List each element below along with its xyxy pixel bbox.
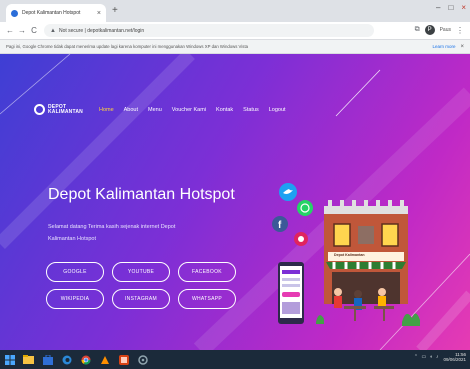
tray-icons[interactable]: ⌃ ▭ ◖ ♪: [414, 354, 440, 360]
tab-depot-kalimantan[interactable]: Depot Kalimantan Hotspot ×: [6, 4, 106, 22]
back-button[interactable]: ←: [4, 26, 16, 36]
edge-icon[interactable]: [57, 350, 76, 369]
reload-button[interactable]: C: [28, 26, 40, 36]
favicon-icon: [11, 9, 18, 17]
toolbar-right: ⧉ P Paus ⋮: [415, 25, 464, 35]
info-bar-text: Pagi ini, Google Chrome tidak dapat mene…: [6, 44, 249, 49]
photos-icon[interactable]: [114, 350, 133, 369]
address-text[interactable]: depotkalimantan.net/login: [87, 28, 144, 34]
update-info-bar: Pagi ini, Google Chrome tidak dapat mene…: [0, 40, 470, 54]
nav-logout[interactable]: Logout: [269, 107, 286, 113]
logo-mark-icon: [34, 104, 45, 115]
whatsapp-button[interactable]: WHATSAPP: [178, 289, 236, 309]
facebook-button[interactable]: FACEBOOK: [178, 262, 236, 282]
logo-text-block: DEPOT KALIMANTAN: [48, 104, 83, 115]
tab-strip: Depot Kalimantan Hotspot × + – □ ×: [0, 0, 470, 22]
facebook-icon: f: [272, 216, 288, 232]
settings-icon[interactable]: [133, 350, 152, 369]
file-explorer-icon[interactable]: [19, 350, 38, 369]
address-bar[interactable]: ▲ Not secure | depotkalimantan.net/login: [44, 24, 374, 37]
kebab-menu-icon[interactable]: ⋮: [456, 26, 464, 35]
instagram-button[interactable]: INSTAGRAM: [112, 289, 170, 309]
site-logo[interactable]: DEPOT KALIMANTAN: [34, 104, 83, 115]
hotspot-login-page: DEPOT KALIMANTAN Home About Menu Voucher…: [0, 54, 470, 350]
windows-taskbar: ⌃ ▭ ◖ ♪ 11:56 09/06/2021: [0, 350, 470, 369]
wikipedia-button[interactable]: WIKIPEDIA: [46, 289, 104, 309]
address-prefix: Not secure: [58, 27, 84, 34]
site-navbar: DEPOT KALIMANTAN Home About Menu Voucher…: [34, 104, 296, 115]
windows-start-icon[interactable]: [0, 350, 19, 369]
profile-label[interactable]: Paus: [440, 27, 451, 33]
phone-illustration: [278, 262, 304, 324]
window-controls: – □ ×: [436, 3, 466, 13]
pinterest-icon: [294, 232, 308, 246]
nav-about[interactable]: About: [124, 107, 138, 113]
nav-menu[interactable]: Menu: [148, 107, 162, 113]
minimize-button[interactable]: –: [436, 3, 440, 13]
cafe-illustration: f: [272, 183, 420, 326]
system-clock[interactable]: 11:56 09/06/2021: [443, 352, 466, 362]
tab-close-icon[interactable]: ×: [97, 10, 101, 17]
twitter-icon: [279, 183, 297, 201]
clock-date: 09/06/2021: [443, 357, 466, 362]
shop-sign: Depot Kalimantan: [334, 253, 365, 257]
forward-button[interactable]: →: [16, 26, 28, 36]
chrome-icon[interactable]: [76, 350, 95, 369]
nav-kontak[interactable]: Kontak: [216, 107, 233, 113]
whatsapp-bubble-icon: [297, 200, 313, 216]
profile-avatar[interactable]: P: [424, 25, 435, 35]
nav-voucher[interactable]: Voucher Kami: [172, 107, 206, 113]
paint-icon[interactable]: [95, 350, 114, 369]
close-window-button[interactable]: ×: [461, 3, 466, 13]
google-button[interactable]: GOOGLE: [46, 262, 104, 282]
browser-toolbar: ← → C ▲ Not secure | depotkalimantan.net…: [0, 22, 470, 40]
logo-line2: KALIMANTAN: [48, 108, 83, 115]
hero-title: Depot Kalimantan Hotspot: [48, 186, 235, 203]
hero-subtitle-line1: Selamat datang Terima kasih sejenak inte…: [48, 224, 176, 230]
info-icon[interactable]: ▲: [50, 28, 56, 34]
store-icon[interactable]: [38, 350, 57, 369]
hero-subtitle-line2: Kalimantan Hotspot: [48, 236, 96, 242]
info-bar-close-icon[interactable]: ×: [460, 44, 464, 50]
system-tray: ⌃ ▭ ◖ ♪ 11:56 09/06/2021: [414, 352, 466, 362]
maximize-button[interactable]: □: [448, 3, 453, 13]
tab-title: Depot Kalimantan Hotspot: [22, 10, 81, 16]
new-tab-button[interactable]: +: [112, 5, 118, 17]
translate-icon[interactable]: ⧉: [415, 26, 420, 34]
youtube-button[interactable]: YOUTUBE: [112, 262, 170, 282]
learn-more-link[interactable]: Learn more: [432, 44, 455, 49]
nav-status[interactable]: Status: [243, 107, 259, 113]
nav-home[interactable]: Home: [99, 107, 114, 113]
